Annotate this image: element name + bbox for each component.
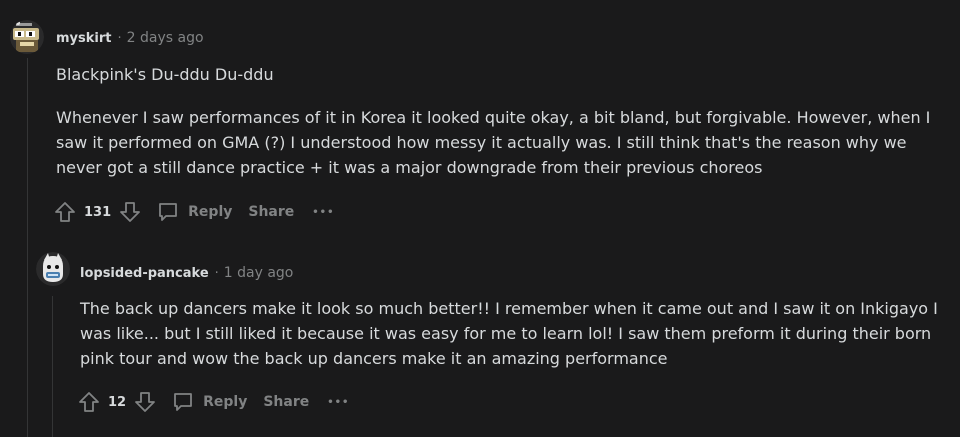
vote-count: 12 [108,394,127,410]
username[interactable]: lopsided-pancake [80,266,209,281]
comment-meta: myskirt · 2 days ago [56,28,204,48]
speech-bubble-icon [159,203,178,221]
arrow-down-icon [135,392,155,412]
reply-button[interactable]: Reply [172,391,247,413]
more-options-button[interactable]: ••• [312,207,334,218]
share-label: Share [248,204,295,220]
share-button[interactable]: Share [248,204,294,220]
username[interactable]: myskirt [56,31,112,46]
timestamp[interactable]: 1 day ago [224,265,294,281]
avatar[interactable] [10,20,44,54]
reply-label: Reply [188,204,233,220]
comment-body: The back up dancers make it look so much… [80,296,950,371]
share-button[interactable]: Share [263,394,309,410]
arrow-up-icon [55,202,75,222]
downvote-button[interactable] [117,201,143,223]
separator-dot: · [214,265,219,281]
timestamp[interactable]: 2 days ago [127,30,204,46]
comment-paragraph: Blackpink's Du-ddu Du-ddu [56,65,274,84]
upvote-button[interactable] [76,391,102,413]
share-label: Share [263,394,310,410]
reply-label: Reply [203,394,248,410]
upvote-button[interactable] [52,201,78,223]
downvote-button[interactable] [132,391,158,413]
thread-line-reply[interactable] [52,296,53,437]
avatar[interactable] [36,252,70,286]
comment-paragraph: The back up dancers make it look so much… [80,299,938,368]
ellipsis-icon: ••• [327,396,350,408]
comment-body: Blackpink's Du-ddu Du-ddu Whenever I saw… [56,62,951,180]
ellipsis-icon: ••• [312,206,335,218]
comment-actions: 12 Reply Share ••• [76,388,349,416]
comment-actions: 131 Reply Share ••• [52,198,334,226]
reply-button[interactable]: Reply [157,201,232,223]
arrow-down-icon [120,202,141,222]
separator-dot: · [117,30,122,46]
speech-bubble-icon [174,393,192,411]
thread-line-root[interactable] [27,58,28,437]
comment-meta: lopsided-pancake · 1 day ago [80,263,293,283]
vote-count: 131 [84,204,112,220]
user-avatar-icon [10,20,44,54]
more-options-button[interactable]: ••• [327,397,349,408]
comment-paragraph: Whenever I saw performances of it in Kor… [56,108,931,177]
arrow-up-icon [79,392,99,412]
user-avatar-icon [36,252,70,286]
